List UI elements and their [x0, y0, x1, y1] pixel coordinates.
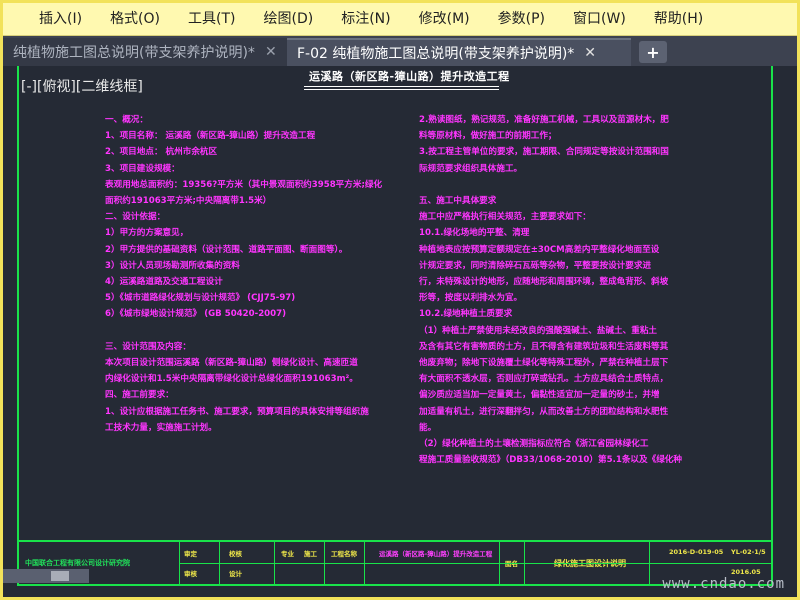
note-line: 计规定要求，同时清除碎石瓦砾等杂物，平整要按设计要求进 [419, 260, 652, 271]
drawing-date: 2016.05 [731, 568, 761, 576]
tab-label: F-02 纯植物施工图总说明(带支架养护说明)* [297, 46, 575, 62]
tab-label: 纯植物施工图总说明(带支架养护说明)* [13, 45, 255, 61]
note-line: 形等，按度以利排水为宜。 [419, 293, 523, 304]
note-line: 程施工质量验收规范》（DB33/1068-2010）第5.1条以及《绿化种 [419, 455, 682, 466]
label-stage: 施工 [304, 550, 317, 558]
note-line: 际规范要求组织具体施工。 [419, 163, 523, 174]
label-discipline: 专业 [281, 550, 294, 558]
note-line: （2）绿化种植土的土壤检测指标应符合《浙江省园林绿化工 [419, 439, 649, 450]
note-line [419, 177, 682, 193]
note-line: 种植地表应按预算定额规定在±30CM高差内平整绿化地面至设 [419, 244, 660, 255]
horizontal-scrollbar[interactable] [3, 569, 89, 583]
note-line: 1、设计应根据施工任务书、施工要求，预算项目的具体安排等组织施 [105, 406, 369, 417]
menu-format[interactable]: 格式(O) [96, 3, 174, 36]
drawing-canvas[interactable]: 运溪路（新区路-獐山路）提升改造工程 一、概况： 1、项目名称： 运溪路（新区路… [3, 66, 797, 597]
menu-tools[interactable]: 工具(T) [174, 3, 249, 36]
note-line: 一、概况： [105, 115, 148, 125]
note-line: 施工中应严格执行相关规范，主要要求如下： [419, 212, 591, 223]
note-line: 及含有其它有害物质的土方，且不得含有建筑垃圾和生活废料等其 [419, 341, 669, 352]
label-check: 校核 [229, 550, 242, 558]
menu-insert[interactable]: 插入(I) [25, 3, 96, 36]
label-project-name: 工程名称 [331, 550, 357, 558]
job-number: 2016-D-019-05 [669, 548, 724, 556]
note-line: 二、设计依据： [105, 212, 166, 223]
title-block-divider [364, 542, 365, 586]
menu-dimension[interactable]: 标注(N) [327, 3, 404, 36]
note-line: 3.按工程主管单位的要求，施工期限、合同规定等按设计范围和国 [419, 147, 669, 158]
note-line: 加适量有机土，进行深翻拌匀，从而改善土方的团粒结构和水肥性 [419, 406, 669, 417]
note-line [105, 323, 382, 339]
note-line: 10.1.绿化场地的平整、清理 [419, 228, 530, 239]
watermark-text: www.cndao.com [662, 576, 785, 592]
viewport-controls-label[interactable]: [-][俯视][二维线框] [21, 76, 143, 96]
note-line: 2、项目地点： 杭州市余杭区 [105, 147, 218, 158]
document-tab-bar: 纯植物施工图总说明(带支架养护说明)* ✕ F-02 纯植物施工图总说明(带支架… [3, 36, 797, 66]
note-line: 10.2.绿地种植土质要求 [419, 309, 513, 320]
note-line: 2）甲方提供的基础资料（设计范围、道路平面图、断面图等）。 [105, 244, 348, 255]
note-line: 工技术力量，实施施工计划。 [105, 422, 217, 433]
note-line: 面积约191063平方米;中央隔离带1.5米） [105, 196, 272, 207]
menu-window[interactable]: 窗口(W) [559, 3, 640, 36]
notes-left-column: 一、概况： 1、项目名称： 运溪路（新区路-獐山路）提升改造工程 2、项目地点：… [105, 112, 382, 436]
title-block: 中国联合工程有限公司设计研究院 审定 校核 专业 施工 工程名称 审核 设计 运… [19, 540, 771, 586]
note-line: 有大面积不透水层，否则应打碎或钻孔。土方应具结合土质特点， [419, 374, 669, 385]
new-tab-plus-icon[interactable]: + [639, 41, 667, 63]
menu-bar: 插入(I) 格式(O) 工具(T) 绘图(D) 标注(N) 修改(M) 参数(P… [3, 3, 797, 36]
note-line: 2.熟读图纸，熟记规范，准备好施工机械，工具以及苗源材木，肥 [419, 115, 669, 125]
note-line: 5）《城市道路绿化规划与设计规范》 (CJJ75-97) [105, 293, 296, 304]
menu-parameters[interactable]: 参数(P) [484, 3, 559, 36]
title-block-divider [649, 542, 650, 586]
project-name: 运溪路（新区路-獐山路）提升改造工程 [379, 550, 493, 558]
note-line: 3、项目建设规模： [105, 163, 180, 174]
tab-document-2[interactable]: F-02 纯植物施工图总说明(带支架养护说明)* ✕ [287, 38, 631, 66]
menu-modify[interactable]: 修改(M) [405, 3, 484, 36]
drawing-sheet-border: 运溪路（新区路-獐山路）提升改造工程 一、概况： 1、项目名称： 运溪路（新区路… [17, 66, 773, 586]
note-line: 表观用地总面积约：19356?平方米（其中景观面积约3958平方米;绿化 [105, 179, 383, 190]
title-block-row-line [179, 563, 771, 564]
notes-right-column: 2.熟读图纸，熟记规范，准备好施工机械，工具以及苗源材木，肥 料等原材料，做好施工… [419, 112, 682, 468]
note-line: （1）种植土严禁使用未经改良的强酸强碱土、盐碱土、重粘土 [419, 325, 658, 336]
company-name: 中国联合工程有限公司设计研究院 [25, 559, 130, 567]
note-line: 1）甲方的方案意见， [105, 228, 189, 239]
sheet-number: YL-02-1/5 [731, 548, 766, 556]
label-design: 设计 [229, 570, 242, 578]
title-block-divider [274, 542, 275, 586]
title-block-divider [524, 542, 525, 586]
label-review: 审核 [184, 570, 197, 578]
note-line: 行，未特殊设计的地形，应随地形和周围环境，整成龟背形、斜坡 [419, 277, 669, 288]
scrollbar-thumb[interactable] [51, 571, 69, 581]
title-block-divider [219, 542, 220, 586]
note-line: 五、施工中具体要求 [419, 196, 497, 207]
note-line: 三、设计范围及内容： [105, 341, 191, 352]
note-line: 四、施工前要求： [105, 390, 174, 401]
note-line: 6）《城市绿地设计规范》 (GB 50420-2007) [105, 309, 287, 320]
note-line: 3）设计人员现场勘测所收集的资料 [105, 260, 240, 271]
label-approve: 审定 [184, 550, 197, 558]
close-icon[interactable]: ✕ [265, 44, 277, 60]
note-line: 能。 [419, 422, 437, 433]
cad-application-window: 插入(I) 格式(O) 工具(T) 绘图(D) 标注(N) 修改(M) 参数(P… [0, 0, 800, 600]
note-line: 1、项目名称： 运溪路（新区路-獐山路）提升改造工程 [105, 131, 316, 142]
note-line: 内绿化设计和1.5米中央隔离带绿化设计总绿化面积191063m²。 [105, 374, 358, 385]
title-block-divider [499, 542, 500, 586]
note-line: 他废弃物；除地下设施覆土绿化等特殊工程外，严禁在种植土层下 [419, 358, 669, 369]
title-underline [304, 86, 499, 90]
menu-draw[interactable]: 绘图(D) [250, 3, 328, 36]
note-line: 4）运溪路道路及交通工程设计 [105, 277, 223, 288]
drawing-title: 运溪路（新区路-獐山路）提升改造工程 [309, 70, 510, 83]
title-block-divider [179, 542, 180, 586]
note-line: 料等原材料，做好施工的前期工作； [419, 131, 557, 142]
app-logo-icon [3, 3, 25, 36]
tab-document-1[interactable]: 纯植物施工图总说明(带支架养护说明)* ✕ [3, 38, 287, 66]
close-icon[interactable]: ✕ [584, 45, 596, 61]
menu-help[interactable]: 帮助(H) [640, 3, 717, 36]
note-line: 本次项目设计范围运溪路（新区路-獐山路）侧绿化设计、高速匝道 [105, 358, 358, 369]
note-line: 偏沙质应适当加一定量黄土，偏黏性适宜加一定量的砂土，并增 [419, 390, 660, 401]
title-block-divider [324, 542, 325, 586]
